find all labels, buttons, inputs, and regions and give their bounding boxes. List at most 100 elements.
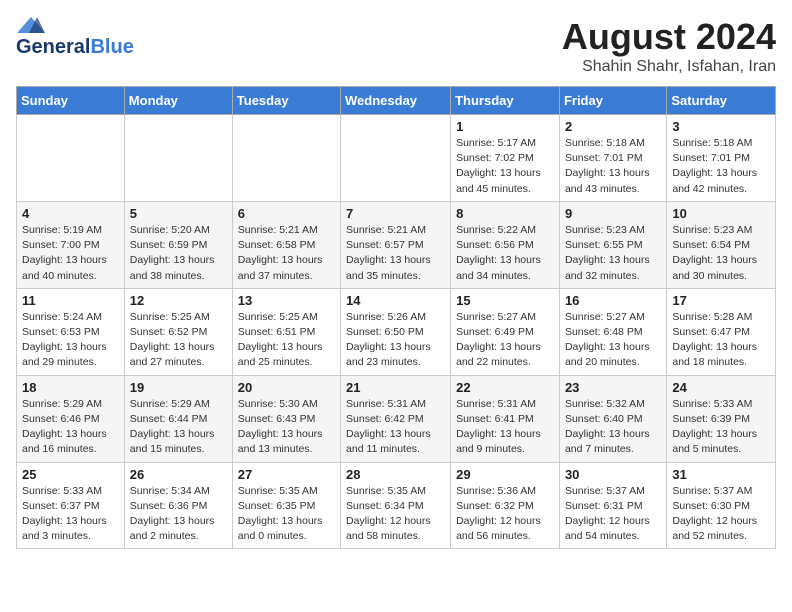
header: General Blue August 2024 Shahin Shahr, I… xyxy=(16,16,776,76)
day-cell: 25 Sunrise: 5:33 AM Sunset: 6:37 PM Dayli… xyxy=(17,462,125,549)
day-number: 22 xyxy=(456,380,554,395)
day-info: Sunrise: 5:23 AM Sunset: 6:55 PM Dayligh… xyxy=(565,223,661,284)
day-info: Sunrise: 5:36 AM Sunset: 6:32 PM Dayligh… xyxy=(456,484,554,545)
day-number: 6 xyxy=(238,206,335,221)
day-cell: 20 Sunrise: 5:30 AM Sunset: 6:43 PM Dayli… xyxy=(232,375,340,462)
day-info: Sunrise: 5:31 AM Sunset: 6:42 PM Dayligh… xyxy=(346,397,445,458)
logo-general: General xyxy=(16,36,90,59)
day-number: 28 xyxy=(346,467,445,482)
day-info: Sunrise: 5:32 AM Sunset: 6:40 PM Dayligh… xyxy=(565,397,661,458)
day-number: 4 xyxy=(22,206,119,221)
header-tuesday: Tuesday xyxy=(232,87,340,115)
header-monday: Monday xyxy=(124,87,232,115)
day-cell: 9 Sunrise: 5:23 AM Sunset: 6:55 PM Daylig… xyxy=(559,201,666,288)
day-number: 12 xyxy=(130,293,227,308)
day-info: Sunrise: 5:35 AM Sunset: 6:34 PM Dayligh… xyxy=(346,484,445,545)
day-cell: 24 Sunrise: 5:33 AM Sunset: 6:39 PM Dayli… xyxy=(667,375,776,462)
day-info: Sunrise: 5:37 AM Sunset: 6:30 PM Dayligh… xyxy=(672,484,770,545)
day-info: Sunrise: 5:33 AM Sunset: 6:37 PM Dayligh… xyxy=(22,484,119,545)
day-info: Sunrise: 5:19 AM Sunset: 7:00 PM Dayligh… xyxy=(22,223,119,284)
day-cell: 3Sunrise: 5:18 AM Sunset: 7:01 PM Daylig… xyxy=(667,115,776,202)
day-cell: 1 Sunrise: 5:17 AM Sunset: 7:02 PM Daylig… xyxy=(451,115,560,202)
day-cell: 22Sunrise: 5:31 AM Sunset: 6:41 PM Dayli… xyxy=(451,375,560,462)
day-cell: 5 Sunrise: 5:20 AM Sunset: 6:59 PM Daylig… xyxy=(124,201,232,288)
day-number: 2 xyxy=(565,119,661,134)
location: Shahin Shahr, Isfahan, Iran xyxy=(562,58,776,76)
day-cell: 29 Sunrise: 5:36 AM Sunset: 6:32 PM Dayli… xyxy=(451,462,560,549)
day-cell: 28 Sunrise: 5:35 AM Sunset: 6:34 PM Dayli… xyxy=(341,462,451,549)
week-row-2: 4 Sunrise: 5:19 AM Sunset: 7:00 PM Daylig… xyxy=(17,201,776,288)
day-cell: 18Sunrise: 5:29 AM Sunset: 6:46 PM Dayli… xyxy=(17,375,125,462)
calendar-table: SundayMondayTuesdayWednesdayThursdayFrid… xyxy=(16,86,776,549)
day-info: Sunrise: 5:21 AM Sunset: 6:58 PM Dayligh… xyxy=(238,223,335,284)
day-info: Sunrise: 5:34 AM Sunset: 6:36 PM Dayligh… xyxy=(130,484,227,545)
day-info: Sunrise: 5:29 AM Sunset: 6:44 PM Dayligh… xyxy=(130,397,227,458)
day-cell: 11 Sunrise: 5:24 AM Sunset: 6:53 PM Dayli… xyxy=(17,288,125,375)
day-number: 11 xyxy=(22,293,119,308)
day-number: 10 xyxy=(672,206,770,221)
day-cell: 23Sunrise: 5:32 AM Sunset: 6:40 PM Dayli… xyxy=(559,375,666,462)
day-cell xyxy=(124,115,232,202)
day-number: 16 xyxy=(565,293,661,308)
day-cell xyxy=(17,115,125,202)
day-cell: 12 Sunrise: 5:25 AM Sunset: 6:52 PM Dayli… xyxy=(124,288,232,375)
day-info: Sunrise: 5:27 AM Sunset: 6:48 PM Dayligh… xyxy=(565,310,661,371)
day-cell: 7Sunrise: 5:21 AM Sunset: 6:57 PM Daylig… xyxy=(341,201,451,288)
day-number: 18 xyxy=(22,380,119,395)
header-saturday: Saturday xyxy=(667,87,776,115)
day-number: 24 xyxy=(672,380,770,395)
day-info: Sunrise: 5:24 AM Sunset: 6:53 PM Dayligh… xyxy=(22,310,119,371)
day-number: 31 xyxy=(672,467,770,482)
day-number: 13 xyxy=(238,293,335,308)
day-info: Sunrise: 5:20 AM Sunset: 6:59 PM Dayligh… xyxy=(130,223,227,284)
day-cell: 13 Sunrise: 5:25 AM Sunset: 6:51 PM Dayli… xyxy=(232,288,340,375)
header-thursday: Thursday xyxy=(451,87,560,115)
day-cell: 19 Sunrise: 5:29 AM Sunset: 6:44 PM Dayli… xyxy=(124,375,232,462)
day-cell: 6 Sunrise: 5:21 AM Sunset: 6:58 PM Daylig… xyxy=(232,201,340,288)
week-row-5: 25 Sunrise: 5:33 AM Sunset: 6:37 PM Dayli… xyxy=(17,462,776,549)
day-number: 8 xyxy=(456,206,554,221)
day-number: 17 xyxy=(672,293,770,308)
logo: General Blue xyxy=(16,16,134,59)
day-cell: 31 Sunrise: 5:37 AM Sunset: 6:30 PM Dayli… xyxy=(667,462,776,549)
day-number: 25 xyxy=(22,467,119,482)
day-info: Sunrise: 5:26 AM Sunset: 6:50 PM Dayligh… xyxy=(346,310,445,371)
day-cell: 2Sunrise: 5:18 AM Sunset: 7:01 PM Daylig… xyxy=(559,115,666,202)
day-cell: 8 Sunrise: 5:22 AM Sunset: 6:56 PM Daylig… xyxy=(451,201,560,288)
day-info: Sunrise: 5:28 AM Sunset: 6:47 PM Dayligh… xyxy=(672,310,770,371)
header-sunday: Sunday xyxy=(17,87,125,115)
day-info: Sunrise: 5:30 AM Sunset: 6:43 PM Dayligh… xyxy=(238,397,335,458)
day-number: 27 xyxy=(238,467,335,482)
day-info: Sunrise: 5:21 AM Sunset: 6:57 PM Dayligh… xyxy=(346,223,445,284)
day-info: Sunrise: 5:33 AM Sunset: 6:39 PM Dayligh… xyxy=(672,397,770,458)
day-number: 19 xyxy=(130,380,227,395)
day-cell: 30Sunrise: 5:37 AM Sunset: 6:31 PM Dayli… xyxy=(559,462,666,549)
day-cell: 10 Sunrise: 5:23 AM Sunset: 6:54 PM Dayli… xyxy=(667,201,776,288)
month-year: August 2024 xyxy=(562,16,776,58)
header-wednesday: Wednesday xyxy=(341,87,451,115)
day-number: 14 xyxy=(346,293,445,308)
day-number: 5 xyxy=(130,206,227,221)
week-row-3: 11 Sunrise: 5:24 AM Sunset: 6:53 PM Dayli… xyxy=(17,288,776,375)
day-number: 29 xyxy=(456,467,554,482)
header-friday: Friday xyxy=(559,87,666,115)
day-info: Sunrise: 5:22 AM Sunset: 6:56 PM Dayligh… xyxy=(456,223,554,284)
title-area: August 2024 Shahin Shahr, Isfahan, Iran xyxy=(562,16,776,76)
day-number: 9 xyxy=(565,206,661,221)
day-cell xyxy=(341,115,451,202)
day-info: Sunrise: 5:27 AM Sunset: 6:49 PM Dayligh… xyxy=(456,310,554,371)
day-info: Sunrise: 5:17 AM Sunset: 7:02 PM Dayligh… xyxy=(456,136,554,197)
day-cell: 26Sunrise: 5:34 AM Sunset: 6:36 PM Dayli… xyxy=(124,462,232,549)
day-number: 3 xyxy=(672,119,770,134)
calendar-header-row: SundayMondayTuesdayWednesdayThursdayFrid… xyxy=(17,87,776,115)
day-cell: 4 Sunrise: 5:19 AM Sunset: 7:00 PM Daylig… xyxy=(17,201,125,288)
day-info: Sunrise: 5:25 AM Sunset: 6:52 PM Dayligh… xyxy=(130,310,227,371)
logo-blue: Blue xyxy=(90,36,133,59)
day-number: 20 xyxy=(238,380,335,395)
day-number: 30 xyxy=(565,467,661,482)
day-number: 1 xyxy=(456,119,554,134)
day-number: 15 xyxy=(456,293,554,308)
day-cell xyxy=(232,115,340,202)
day-info: Sunrise: 5:25 AM Sunset: 6:51 PM Dayligh… xyxy=(238,310,335,371)
day-info: Sunrise: 5:23 AM Sunset: 6:54 PM Dayligh… xyxy=(672,223,770,284)
